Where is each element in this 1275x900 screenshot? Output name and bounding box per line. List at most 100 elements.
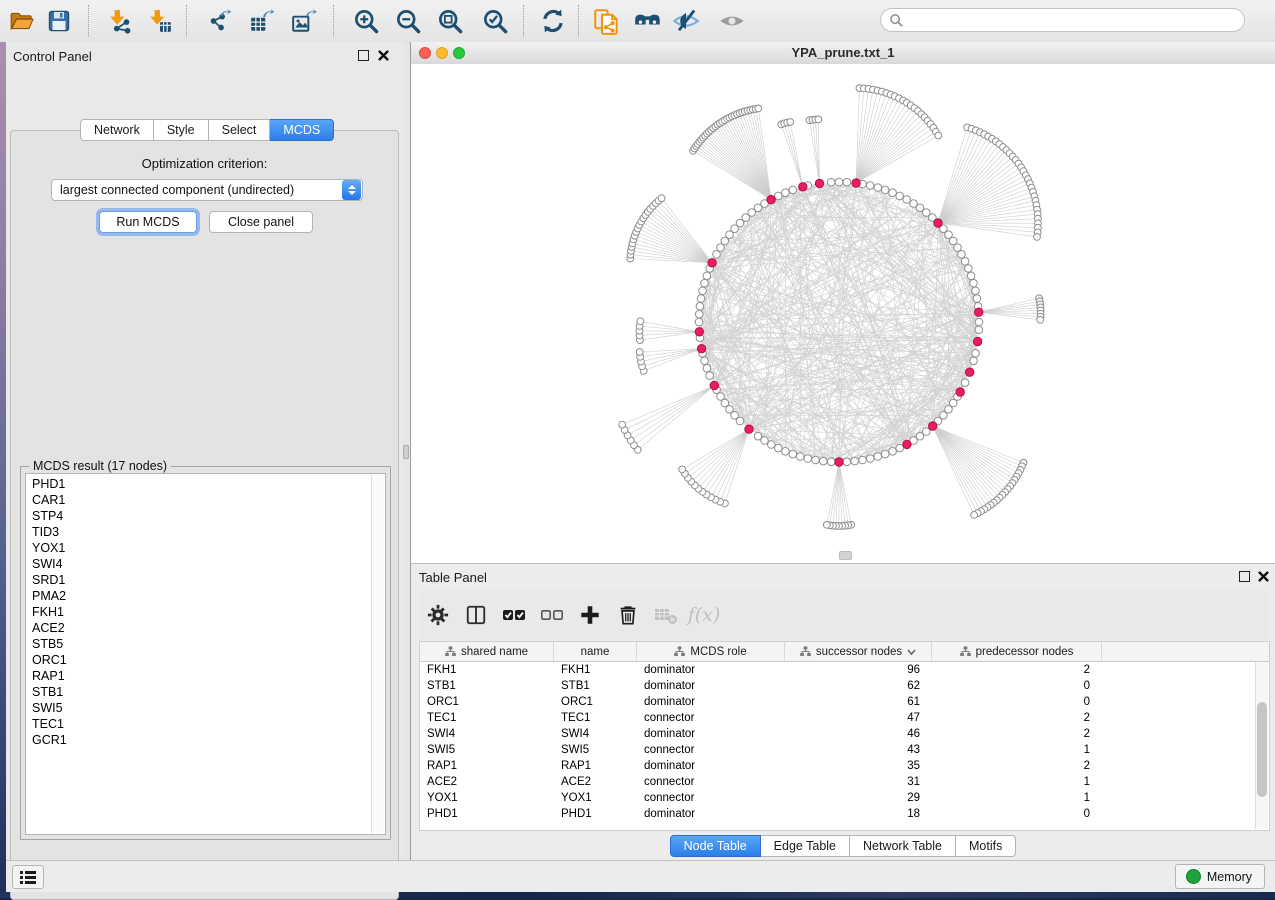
mcds-result-item[interactable]: PHD1 [26,476,385,492]
optimization-criterion-label: Optimization criterion: [6,156,403,171]
show-task-history-button[interactable] [12,865,44,889]
column-type-icon [674,646,685,657]
mcds-result-item[interactable]: ORC1 [26,652,385,668]
mcds-result-item[interactable]: SRD1 [26,572,385,588]
tab-network-table[interactable]: Network Table [850,835,956,857]
open-folder-icon[interactable] [8,7,36,35]
table-row[interactable]: RAP1RAP1dominator352 [420,758,1269,774]
export-network-icon[interactable] [206,7,234,35]
cell-name: YOX1 [554,792,637,804]
column-header-MCDS-role[interactable]: MCDS role [637,642,785,661]
show-all-icon[interactable] [718,7,746,35]
mcds-result-item[interactable]: YOX1 [26,540,385,556]
control-panel-title: Control Panel [13,49,92,64]
mcds-result-item[interactable]: FKH1 [26,604,385,620]
mcds-result-item[interactable]: CAR1 [26,492,385,508]
tab-edge-table[interactable]: Edge Table [761,835,850,857]
mcds-result-item[interactable]: STB5 [26,636,385,652]
close-panel-icon[interactable] [378,50,389,61]
table-row[interactable]: TEC1TEC1connector472 [420,710,1269,726]
node-table[interactable]: shared namenameMCDS rolesuccessor nodesp… [419,641,1270,831]
table-row[interactable]: PHD1PHD1dominator180 [420,806,1269,822]
cell-shared-name: YOX1 [420,792,554,804]
clone-network-icon[interactable] [592,7,620,35]
search-icon [889,13,904,28]
unselect-all-columns-icon[interactable] [533,600,571,630]
toolbar-separator [333,5,334,37]
delete-column-icon[interactable] [609,600,647,630]
toolbar-separator [186,5,187,37]
cell-successor-nodes: 29 [785,792,932,804]
tab-node-table[interactable]: Node Table [670,835,761,857]
mcds-result-item[interactable]: SWI4 [26,556,385,572]
horizontal-splitter-handle[interactable] [839,551,852,560]
network-window-titlebar[interactable]: YPA_prune.txt_1 [411,42,1275,65]
export-table-icon[interactable] [248,7,276,35]
zoom-selected-icon[interactable] [481,7,509,35]
mcds-list-scrollbar[interactable] [371,475,384,833]
run-mcds-label: Run MCDS [116,215,179,229]
column-type-icon [445,646,456,657]
column-header-name[interactable]: name [554,642,637,661]
tab-motifs[interactable]: Motifs [956,835,1016,857]
memory-button[interactable]: Memory [1175,864,1265,889]
control-panel-tabs: NetworkStyleSelectMCDS [80,119,334,141]
splitter-handle[interactable] [403,445,409,459]
zoom-out-icon[interactable] [394,7,422,35]
refresh-icon[interactable] [539,7,567,35]
column-header-successor-nodes[interactable]: successor nodes [785,642,932,661]
cell-name: SWI4 [554,728,637,740]
table-scrollbar[interactable] [1255,662,1268,829]
table-row[interactable]: STB1STB1dominator620 [420,678,1269,694]
float-panel-icon[interactable] [1239,571,1250,582]
table-row[interactable]: SWI5SWI5connector431 [420,742,1269,758]
mcds-result-item[interactable]: RAP1 [26,668,385,684]
column-layout-icon[interactable] [457,600,495,630]
save-icon[interactable] [45,7,73,35]
table-panel: Table Panel f(x) shared namenameMCDS rol… [410,563,1275,860]
import-network-icon[interactable] [106,7,134,35]
table-row[interactable]: SWI4SWI4dominator462 [420,726,1269,742]
mcds-result-item[interactable]: STP4 [26,508,385,524]
mcds-result-item[interactable]: STB1 [26,684,385,700]
mcds-result-item[interactable]: PMA2 [26,588,385,604]
tab-style[interactable]: Style [154,119,209,141]
table-panel-title: Table Panel [419,570,487,585]
search-input[interactable] [880,8,1245,32]
select-all-columns-icon[interactable] [495,600,533,630]
mcds-result-item[interactable]: TEC1 [26,716,385,732]
table-row[interactable]: YOX1YOX1connector291 [420,790,1269,806]
tab-network[interactable]: Network [80,119,154,141]
export-image-icon[interactable] [290,7,318,35]
close-panel-icon[interactable] [1258,571,1269,582]
hide-selected-icon[interactable] [672,7,700,35]
cell-successor-nodes: 18 [785,808,932,820]
float-panel-icon[interactable] [358,50,369,61]
network-canvas[interactable] [411,64,1275,562]
cell-successor-nodes: 96 [785,664,932,676]
zoom-in-icon[interactable] [352,7,380,35]
memory-label: Memory [1207,870,1252,884]
table-row[interactable]: ACE2ACE2connector311 [420,774,1269,790]
column-header-predecessor-nodes[interactable]: predecessor nodes [932,642,1102,661]
mcds-result-item[interactable]: GCR1 [26,732,385,748]
mcds-result-item[interactable]: ACE2 [26,620,385,636]
table-row[interactable]: ORC1ORC1dominator610 [420,694,1269,710]
close-panel-button[interactable]: Close panel [209,211,313,233]
mcds-result-list[interactable]: PHD1CAR1STP4TID3YOX1SWI4SRD1PMA2FKH1ACE2… [25,473,386,835]
criterion-select[interactable]: largest connected component (undirected) [51,179,363,201]
import-table-icon[interactable] [146,7,174,35]
mcds-result-item[interactable]: SWI5 [26,700,385,716]
table-settings-gear-icon[interactable] [419,600,457,630]
mcds-result-item[interactable]: TID3 [26,524,385,540]
table-row[interactable]: FKH1FKH1dominator962 [420,662,1269,678]
tab-mcds[interactable]: MCDS [270,119,334,141]
network-graph[interactable] [411,64,1275,562]
run-mcds-button[interactable]: Run MCDS [99,211,197,233]
zoom-fit-icon[interactable] [436,7,464,35]
search-network-icon[interactable] [634,7,662,35]
column-header-shared-name[interactable]: shared name [420,642,554,661]
tab-select[interactable]: Select [209,119,271,141]
create-column-icon[interactable] [571,600,609,630]
table-scrollbar-thumb[interactable] [1257,702,1267,797]
